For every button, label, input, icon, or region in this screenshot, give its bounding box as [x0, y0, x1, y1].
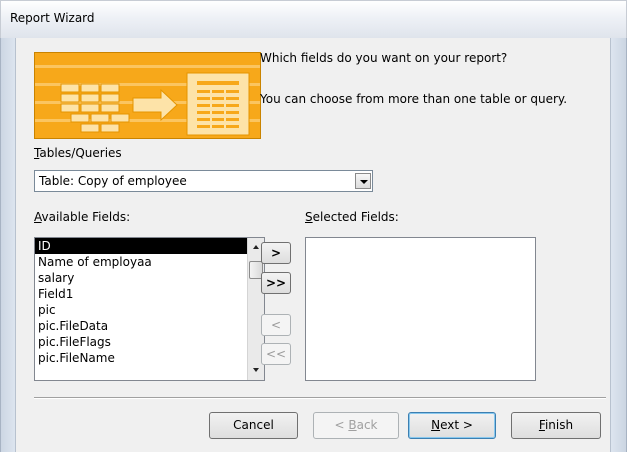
tables-label-text: ables/Queries — [39, 146, 122, 160]
next-button[interactable]: Next > — [408, 412, 496, 439]
cancel-button[interactable]: Cancel — [209, 412, 298, 439]
window-title: Report Wizard — [10, 11, 95, 25]
list-item[interactable]: ID — [35, 238, 249, 254]
finish-label: inish — [544, 418, 574, 432]
available-fields-items: ID Name of employaa salary Field1 pic pic.Fil… — [35, 238, 264, 366]
list-item[interactable]: pic.FileFlags — [35, 334, 249, 350]
wizard-hint: You can choose from more than one table … — [260, 92, 568, 106]
tables-queries-value: Table: Copy of employee — [39, 174, 187, 188]
add-field-button[interactable]: > — [261, 242, 291, 264]
selected-fields-label: Selected Fields: — [305, 210, 399, 224]
list-item[interactable]: pic — [35, 302, 249, 318]
add-all-fields-button[interactable]: >> — [261, 272, 291, 294]
title-bar[interactable]: Report Wizard — [0, 0, 627, 38]
next-label: ext > — [440, 418, 473, 432]
tables-queries-label: Tables/Queries — [34, 146, 122, 160]
selected-label-accelerator: S — [305, 210, 313, 224]
remove-all-fields-button[interactable]: << — [261, 343, 291, 365]
available-label-accelerator: A — [34, 210, 42, 224]
list-item[interactable]: pic.FileName — [35, 350, 249, 366]
list-item[interactable]: pic.FileData — [35, 318, 249, 334]
report-wizard-window: Report Wizard Which fields do you want o… — [0, 0, 627, 452]
back-accelerator: B — [348, 418, 357, 432]
footer-separator — [34, 397, 606, 399]
report-wizard-icon — [35, 53, 260, 138]
dialog-body: Which fields do you want on your report?… — [15, 38, 611, 452]
available-fields-list[interactable]: ID Name of employaa salary Field1 pic pic.Fil… — [34, 237, 265, 381]
window-frame-left — [0, 38, 15, 452]
selected-fields-list[interactable] — [305, 237, 536, 381]
back-prefix: < — [334, 418, 349, 432]
next-accelerator: N — [431, 418, 441, 432]
wizard-question: Which fields do you want on your report? — [260, 51, 508, 65]
tables-queries-dropdown[interactable]: Table: Copy of employee — [34, 170, 373, 192]
list-item[interactable]: salary — [35, 270, 249, 286]
list-item[interactable]: Field1 — [35, 286, 249, 302]
window-frame-right — [611, 38, 627, 452]
dropdown-arrow-icon[interactable] — [355, 173, 371, 189]
list-item[interactable]: Name of employaa — [35, 254, 249, 270]
finish-button[interactable]: Finish — [511, 412, 601, 439]
back-button[interactable]: < Back — [313, 412, 399, 439]
available-fields-label: Available Fields: — [34, 210, 130, 224]
remove-field-button[interactable]: < — [261, 314, 291, 336]
available-label-text: vailable Fields: — [41, 210, 131, 224]
selected-label-text: elected Fields: — [312, 210, 399, 224]
back-label: ack — [356, 418, 378, 432]
wizard-banner-illustration — [34, 52, 261, 139]
